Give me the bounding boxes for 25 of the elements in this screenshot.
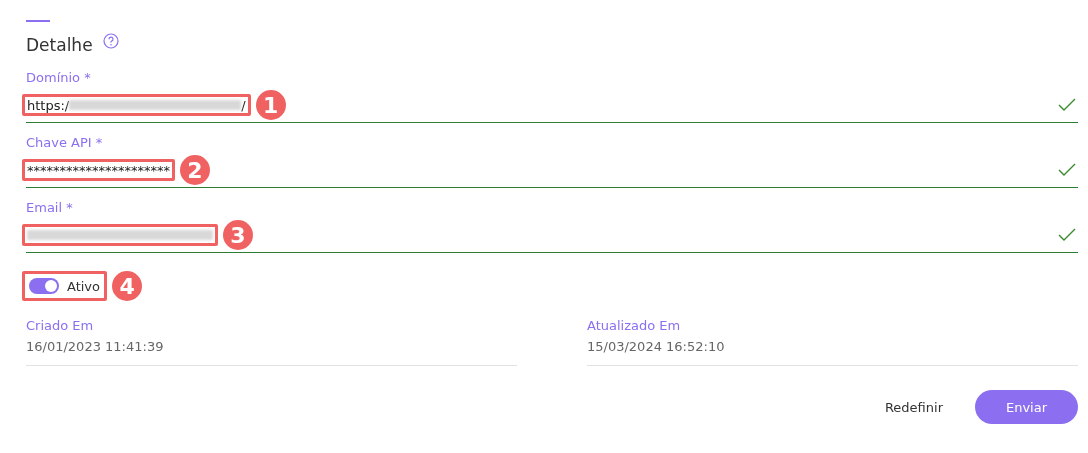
field-label: Email * <box>26 200 74 216</box>
field-value: 15/03/2024 16:52:10 <box>587 339 726 354</box>
check-icon <box>1058 228 1076 242</box>
field-value: / <box>241 97 246 113</box>
field-value: 16/01/2023 11:41:39 <box>26 339 165 354</box>
section-title: Detalhe <box>26 35 93 55</box>
input-field[interactable]: ********************** 2 <box>26 153 1078 188</box>
check-icon <box>1058 163 1076 177</box>
field-label: Chave API * <box>26 135 104 151</box>
reset-button[interactable]: Redefinir <box>884 393 943 421</box>
check-icon <box>1058 98 1076 112</box>
step-number-badge: 3 <box>223 220 253 250</box>
step-number-badge: 1 <box>255 90 286 120</box>
field-value: ********************** <box>27 162 170 178</box>
field-label: Criado Em <box>26 318 95 333</box>
field-value: https:/ <box>27 97 70 113</box>
toggle-switch[interactable] <box>29 278 59 294</box>
submit-button[interactable]: Enviar <box>975 390 1078 424</box>
field-label: Domínio * <box>26 70 92 86</box>
field-label: Atualizado Em <box>587 318 682 333</box>
step-number-badge: 2 <box>180 155 210 185</box>
toggle-label: Ativo <box>67 278 101 294</box>
input-field[interactable]: https:/ / 1 <box>26 88 1078 123</box>
step-number-badge: 4 <box>112 271 143 301</box>
help-icon[interactable] <box>102 33 119 49</box>
